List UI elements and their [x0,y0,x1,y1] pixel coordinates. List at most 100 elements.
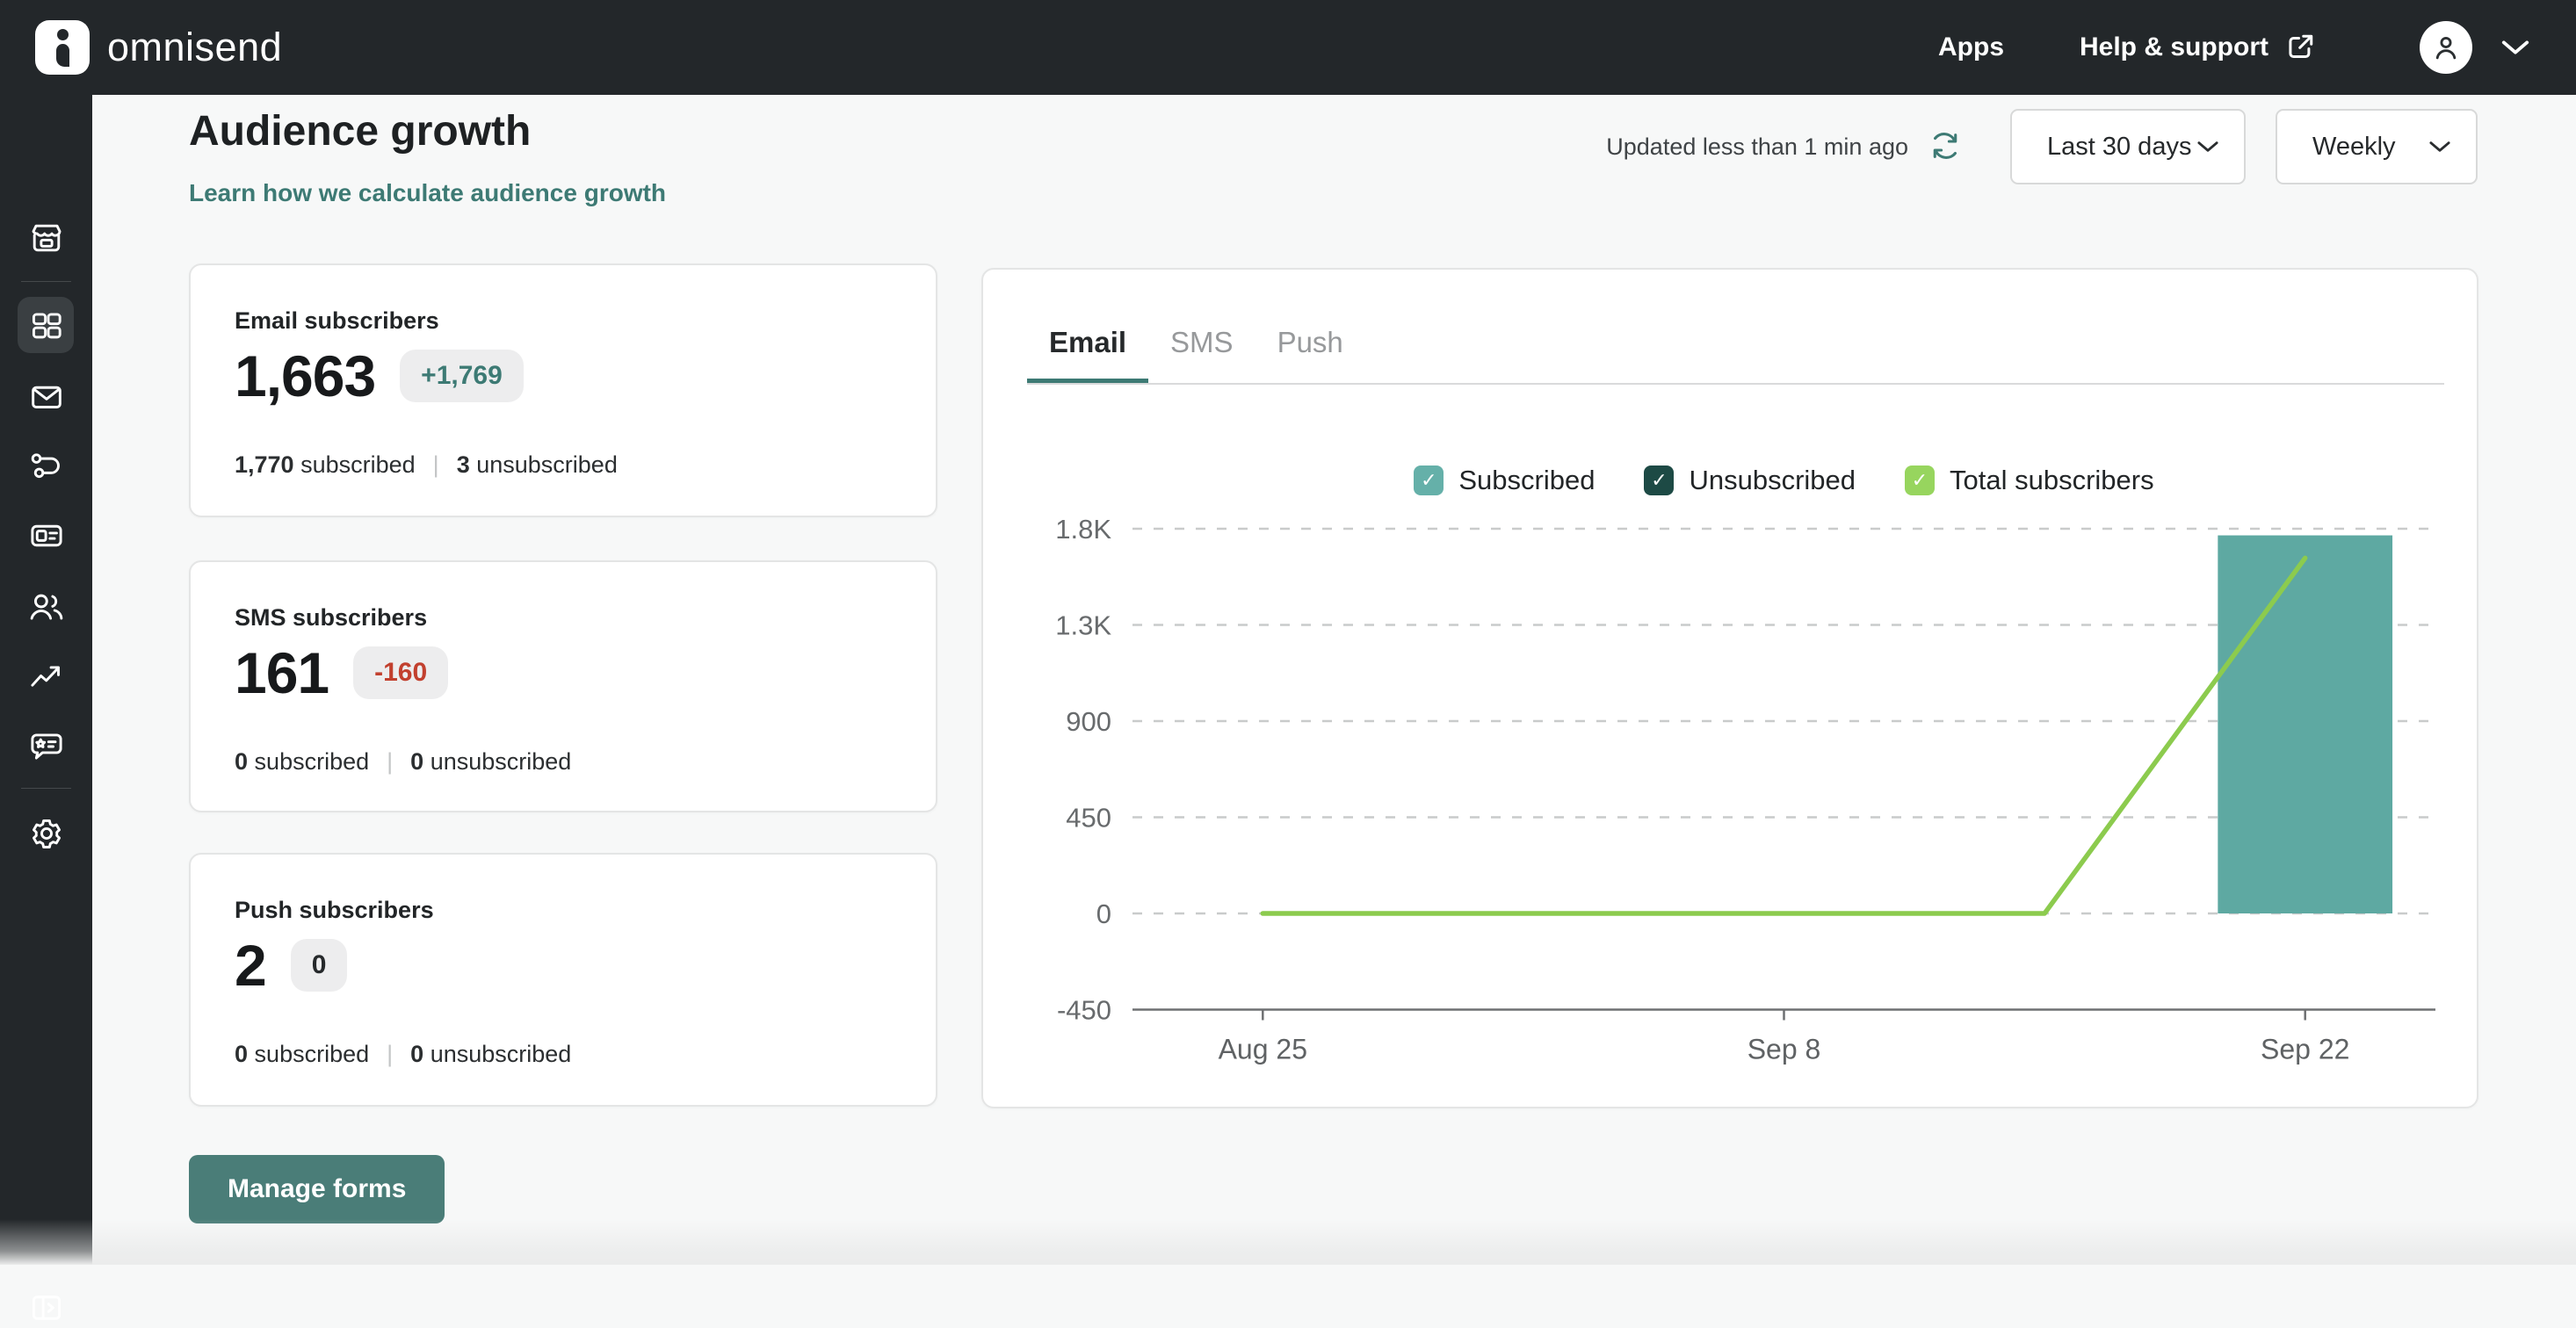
total-subscribers-checkbox-icon: ✓ [1905,466,1935,495]
apps-link[interactable]: Apps [1938,32,2004,62]
collapse-panel-icon [26,1288,67,1328]
sidebar-divider [21,281,71,282]
subscribed-count: 0 [235,1041,248,1067]
push-delta-badge: 0 [291,939,348,992]
external-link-icon [2284,32,2316,63]
legend-label: Total subscribers [1950,465,2154,496]
automation-icon [26,446,67,487]
sidebar-item-store[interactable] [0,218,92,258]
subscribed-label: subscribed [255,748,370,775]
push-subscribers-card: Push subscribers 2 0 0 subscribed | 0 unsu… [189,853,937,1107]
sidebar-item-audience[interactable] [0,587,92,627]
gear-icon [26,813,67,854]
bottom-fade [0,1219,2576,1265]
sidebar [0,95,92,1265]
dashboard-grid-icon [26,306,67,346]
sms-subscribed-stats: 0 subscribed | 0 unsubscribed [235,748,571,776]
card-title: SMS subscribers [235,604,427,632]
tab-email[interactable]: Email [1027,326,1148,383]
unsubscribed-label: unsubscribed [431,1041,572,1067]
svg-text:Aug 25: Aug 25 [1219,1034,1307,1065]
svg-text:-450: -450 [1057,995,1111,1026]
sidebar-item-automation[interactable] [0,446,92,487]
channel-tabs: Email SMS Push [1027,326,1365,383]
sidebar-collapse-button[interactable] [0,1288,92,1328]
email-subscribed-stats: 1,770 subscribed|3 unsubscribed [235,451,618,479]
sidebar-item-reviews[interactable] [0,726,92,767]
manage-forms-button[interactable]: Manage forms [189,1155,445,1223]
top-header: omnisend Apps Help & support [0,0,2576,95]
sms-subscribers-value: 161 [235,639,329,706]
card-title: Push subscribers [235,897,434,924]
subscribed-count: 0 [235,748,248,775]
svg-text:Sep 8: Sep 8 [1747,1034,1821,1065]
help-support-link[interactable]: Help & support [2080,32,2316,63]
sidebar-item-forms[interactable] [0,516,92,556]
omnisend-logo-icon [35,20,90,75]
logo-stem [56,44,69,67]
growth-chart-card: Email SMS Push ✓ Subscribed ✓ Unsubscrib… [981,268,2478,1108]
refresh-icon [1926,126,1965,165]
unsubscribed-count: 0 [410,748,423,775]
sms-delta-badge: -160 [353,646,448,699]
svg-text:Sep 22: Sep 22 [2261,1034,2349,1065]
email-icon [26,377,67,417]
date-range-value: Last 30 days [2047,133,2191,162]
reviews-icon [26,726,67,767]
sidebar-item-settings[interactable] [0,813,92,854]
forms-icon [26,516,67,556]
audience-growth-page: omnisend Apps Help & support [0,0,2576,1265]
granularity-dropdown[interactable]: Weekly [2276,109,2478,184]
chevron-down-icon [2196,140,2219,154]
sidebar-item-reports[interactable] [0,657,92,697]
sidebar-divider [21,788,71,789]
svg-text:450: 450 [1066,803,1111,834]
chevron-down-icon [2428,140,2451,154]
legend-label: Unsubscribed [1689,465,1856,496]
logo-dot [57,29,69,40]
page-title: Audience growth [189,107,531,155]
chart-legend: ✓ Subscribed ✓ Unsubscribed ✓ Total subs… [1132,465,2435,496]
unsubscribed-count: 0 [410,1041,423,1067]
svg-text:0: 0 [1096,899,1111,929]
email-delta-badge: +1,769 [400,350,524,402]
sidebar-item-email[interactable] [0,377,92,417]
subscribed-label: subscribed [255,1041,370,1067]
unsubscribed-label: unsubscribed [431,748,572,775]
unsubscribed-label: unsubscribed [476,451,618,478]
unsubscribed-count: 3 [457,451,470,478]
card-title: Email subscribers [235,307,439,335]
refresh-button[interactable] [1926,126,1965,165]
stat-separator: | [387,1041,393,1067]
legend-item-unsubscribed[interactable]: ✓ Unsubscribed [1644,465,1856,496]
push-subscribers-value: 2 [235,932,266,999]
tab-sms[interactable]: SMS [1148,326,1255,383]
sidebar-item-dashboard[interactable] [0,306,92,346]
subscribed-checkbox-icon: ✓ [1414,466,1444,495]
learn-link[interactable]: Learn how we calculate audience growth [189,179,666,207]
granularity-value: Weekly [2312,133,2396,162]
updated-status: Updated less than 1 min ago [1606,134,1908,161]
unsubscribed-checkbox-icon: ✓ [1644,466,1674,495]
omnisend-logo[interactable]: omnisend [35,20,282,75]
legend-label: Subscribed [1458,465,1595,496]
audience-icon [26,587,67,627]
avatar[interactable] [2420,21,2472,74]
stat-separator: | [387,748,393,775]
audience-growth-chart: 1.8K1.3K9004500-450Aug 25Sep 8Sep 22 [983,494,2480,1073]
legend-item-total-subscribers[interactable]: ✓ Total subscribers [1905,465,2154,496]
legend-item-subscribed[interactable]: ✓ Subscribed [1414,465,1595,496]
trend-up-icon [26,657,67,697]
subscribed-count: 1,770 [235,451,294,478]
date-range-dropdown[interactable]: Last 30 days [2010,109,2246,184]
svg-text:1.8K: 1.8K [1055,514,1111,545]
tabs-divider [1027,383,2444,385]
store-icon [26,218,67,258]
sms-subscribers-card: SMS subscribers 161 -160 0 subscribed |0 … [189,560,937,812]
header-actions: Apps Help & support [1938,21,2530,74]
brand-name: omnisend [107,25,282,70]
help-support-label: Help & support [2080,32,2268,62]
stat-separator: | [433,451,439,478]
account-menu-chevron-icon[interactable] [2500,38,2530,57]
tab-push[interactable]: Push [1255,326,1365,383]
